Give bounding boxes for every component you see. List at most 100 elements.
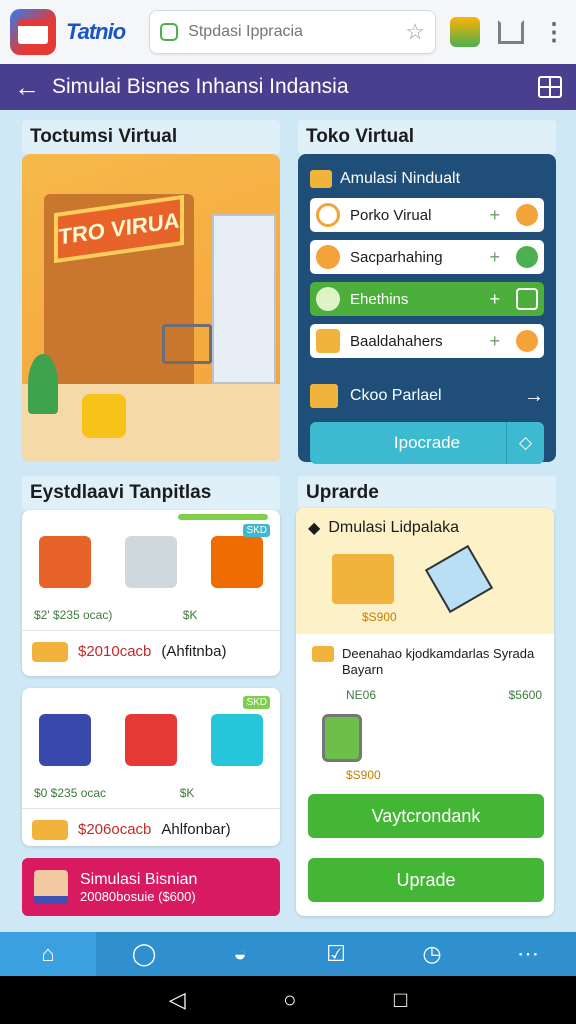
- box-icon: [310, 170, 332, 188]
- gear-icon: [316, 245, 340, 269]
- promo-title: Simulasi Bisnian: [80, 870, 198, 888]
- card-price: $206ocacb: [78, 821, 152, 838]
- store-illustration: TRO VIRUA: [22, 154, 280, 462]
- chair-icon: [82, 394, 126, 438]
- home-icon[interactable]: ⌂: [0, 932, 96, 976]
- toko-row[interactable]: Ehethins +: [310, 282, 544, 316]
- chevron-down-icon[interactable]: [516, 204, 538, 226]
- more-icon[interactable]: ⋯: [480, 932, 576, 976]
- upgrade-cost: $5600: [508, 688, 542, 702]
- machine-icon: [125, 536, 177, 588]
- card-footer: $2010cacb (Ahfitnba): [22, 630, 280, 672]
- search-input[interactable]: [188, 23, 396, 41]
- page-title: Simulai Bisnes Inhansi Indansia: [52, 75, 349, 98]
- chevron-down-icon[interactable]: [516, 330, 538, 352]
- ipocrade-button-label: Ipocrade: [393, 433, 461, 452]
- check-icon[interactable]: [516, 246, 538, 268]
- machine-icon: [39, 714, 91, 766]
- price-label: $K: [179, 786, 195, 800]
- recents-icon[interactable]: □: [394, 987, 407, 1013]
- ipocrade-button[interactable]: Ipocrade ◇: [310, 422, 544, 464]
- promo-subtitle: 20080bosuie ($600): [80, 888, 196, 904]
- check-icon[interactable]: ☑: [288, 932, 384, 976]
- diamond-icon[interactable]: ◇: [506, 422, 544, 464]
- upgrade-panel: ◆ Dmulasi Lidpalaka $S900 Deenahao kjodk…: [296, 508, 554, 916]
- tablet-icon: [424, 544, 494, 614]
- toko-row[interactable]: Porko Virual +: [310, 198, 544, 232]
- bottom-nav: ⌂ ◯ ◒ ☑ ◷ ⋯: [0, 932, 576, 976]
- star-icon[interactable]: ☆: [405, 19, 425, 45]
- browser-top-bar: Tatnio ☆ ⋮: [0, 0, 576, 64]
- grid-icon[interactable]: [538, 76, 562, 98]
- section-title-left-2: Eystdlaavi Tanpitlas: [22, 476, 280, 510]
- price-label: $2' $235 ocac): [34, 608, 113, 622]
- add-icon[interactable]: +: [489, 289, 500, 310]
- bowl-icon: [316, 203, 340, 227]
- arrow-right-icon[interactable]: →: [524, 385, 544, 408]
- upgrade-price: $S900: [362, 610, 397, 624]
- card-badge: SKD: [243, 696, 270, 709]
- toko-row-label: Baaldahahers: [350, 332, 443, 350]
- back-icon[interactable]: ◁: [169, 987, 186, 1013]
- home-outline-icon[interactable]: [498, 20, 524, 44]
- add-icon[interactable]: +: [489, 205, 500, 226]
- search-bar[interactable]: ☆: [149, 10, 436, 54]
- promo-banner[interactable]: Simulasi Bisnian 20080bosuie ($600): [22, 858, 280, 916]
- upgrade-heading-text: Dmulasi Lidpalaka: [328, 519, 460, 536]
- crate-icon: [211, 714, 263, 766]
- upgrade-price: $S900: [346, 768, 381, 782]
- page-header: ← Simulai Bisnes Inhansi Indansia: [0, 64, 576, 110]
- section-title-right-2: Uprarde: [298, 476, 556, 510]
- leaf-icon: [316, 287, 340, 311]
- card-price: $2010cacb: [78, 643, 152, 660]
- add-icon[interactable]: +: [489, 331, 500, 352]
- card-footer: $206ocacb Ahlfonbar): [22, 808, 280, 846]
- section-title-left: Toctumsi Virtual: [22, 120, 280, 154]
- coins-icon: [32, 641, 68, 662]
- search-icon: [160, 23, 179, 41]
- cek-parlael-label: Ckoo Parlael: [350, 387, 442, 404]
- price-label: $0 $235 ocac: [34, 786, 107, 800]
- store-floor: [22, 384, 280, 462]
- upgrade-code: NE06: [346, 688, 377, 702]
- cek-parlael-row[interactable]: Ckoo Parlael →: [310, 384, 544, 408]
- app-logo[interactable]: [10, 9, 56, 55]
- crate-icon: [332, 554, 394, 604]
- shop-icon: [18, 20, 48, 44]
- progress-bar: [178, 514, 268, 520]
- coins-icon: [32, 819, 68, 840]
- clock-icon[interactable]: ◷: [384, 932, 480, 976]
- cart-icon: [125, 714, 177, 766]
- fridge-shelf: [212, 214, 276, 384]
- cube-icon: ◆: [308, 520, 321, 537]
- toko-virtual-heading-text: Amulasi Nindualt: [340, 170, 461, 187]
- card-label: Ahlfonbar): [161, 821, 231, 838]
- avatar: [34, 870, 68, 904]
- bulb-icon[interactable]: ◯: [96, 932, 192, 976]
- shopping-cart-icon: [162, 324, 212, 364]
- toko-row[interactable]: Sacparhahing +: [310, 240, 544, 274]
- coins-icon[interactable]: [450, 17, 480, 47]
- toko-virtual-panel: Amulasi Nindualt Porko Virual + Sacparha…: [298, 154, 556, 464]
- add-icon[interactable]: +: [489, 247, 500, 268]
- upgrade-description: Deenahao kjodkamdarlas Syrada Bayarn: [342, 646, 535, 677]
- back-arrow-icon[interactable]: ←: [14, 72, 40, 103]
- more-vert-icon[interactable]: ⋮: [542, 18, 566, 47]
- card-badge: SKD: [243, 524, 270, 537]
- upgrade-button[interactable]: Uprade: [308, 858, 544, 902]
- product-card[interactable]: SKD $2' $235 ocac) $K $2010cacb (Ahfitnb…: [22, 510, 280, 676]
- home-circle-icon[interactable]: ○: [283, 987, 296, 1013]
- shield-icon[interactable]: [516, 288, 538, 310]
- system-nav-bar: ◁ ○ □: [0, 976, 576, 1024]
- dome-icon[interactable]: ◒: [192, 932, 288, 976]
- crate-icon: [316, 329, 340, 353]
- toko-virtual-heading: Amulasi Nindualt: [310, 170, 544, 188]
- price-label: $K: [182, 608, 198, 622]
- product-card[interactable]: SKD $0 $235 ocac $K $206ocacb Ahlfonbar): [22, 688, 280, 846]
- toko-row-label: Ehethins: [350, 290, 409, 308]
- section-title-right: Toko Virtual: [298, 120, 556, 154]
- upgrade-heading: ◆ Dmulasi Lidpalaka: [308, 518, 542, 538]
- toko-row[interactable]: Baaldahahers +: [310, 324, 544, 358]
- primary-action-button[interactable]: Vaytcrondank: [308, 794, 544, 838]
- plant-icon: [28, 354, 58, 414]
